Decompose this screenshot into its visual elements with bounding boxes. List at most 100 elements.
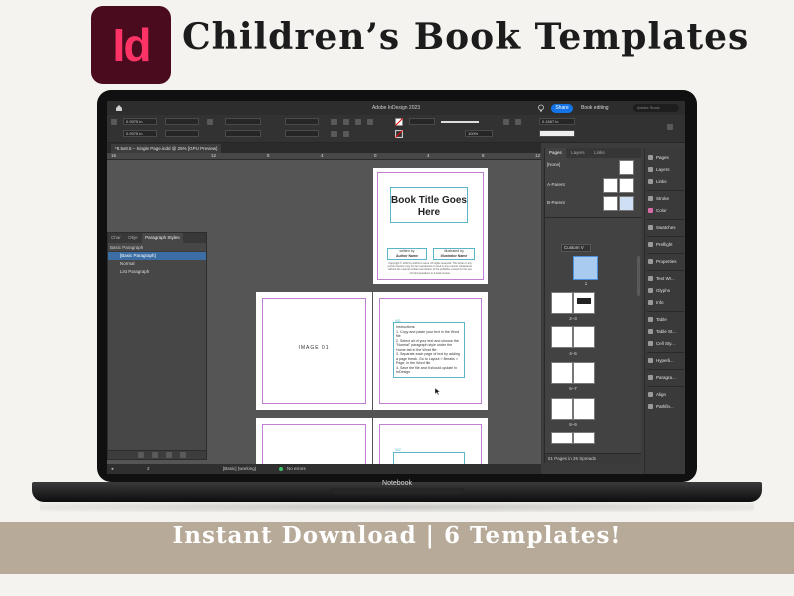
style-item[interactable]: Normal [108, 260, 206, 268]
working-style[interactable]: [Basic] (working) [223, 466, 256, 471]
page-thumbnail[interactable] [551, 398, 573, 420]
dock-text-wrap[interactable]: Text Wr... [648, 275, 675, 283]
page-thumbnail[interactable] [573, 362, 595, 384]
opacity-field[interactable]: 100% [465, 130, 493, 137]
new-style-icon[interactable] [152, 452, 158, 458]
page-size-select[interactable]: Custom V [561, 244, 591, 252]
dock-layers[interactable]: Layers [648, 166, 670, 174]
style-item[interactable]: [Basic Paragraph] [108, 252, 206, 260]
page-right-text[interactable]: 001 Instructions: 1. Copy and paste your… [373, 292, 488, 410]
clear-overrides-icon[interactable] [166, 452, 172, 458]
page-thumbnail[interactable] [573, 326, 595, 348]
text-frame[interactable] [393, 452, 465, 464]
pages-scrollbar[interactable] [637, 256, 640, 296]
dock-table-styles[interactable]: Table St... [648, 328, 676, 336]
master-none[interactable]: [None] [547, 162, 560, 167]
page-number-field[interactable]: 2 [147, 466, 150, 471]
dock-table[interactable]: Table [648, 316, 667, 324]
page-thumbnail[interactable] [573, 432, 595, 444]
page-thumbnail[interactable] [573, 292, 595, 314]
scale-x-field[interactable] [225, 118, 261, 125]
page-left-4[interactable] [256, 418, 372, 464]
width-field[interactable] [165, 118, 199, 125]
tab-character[interactable]: Char [108, 233, 124, 243]
page-right-5[interactable]: 002 [373, 418, 488, 464]
dock-hyperlinks[interactable]: Hyperli... [648, 357, 674, 365]
fill-none-icon[interactable] [395, 118, 403, 126]
illustrator-frame[interactable]: illustrated by Illustrator Name [433, 248, 475, 260]
page-thumbnail[interactable] [573, 398, 595, 420]
dock-info[interactable]: Info [648, 299, 664, 307]
y-position-field[interactable]: 0.9375 in [123, 130, 157, 137]
page-thumbnail[interactable] [551, 326, 573, 348]
flip-horizontal-icon[interactable] [343, 119, 349, 125]
folder-icon[interactable] [138, 452, 144, 458]
page-thumbnail-1[interactable] [573, 256, 598, 280]
panel-menu-icon[interactable] [667, 124, 673, 130]
rotate-field[interactable] [285, 118, 319, 125]
select-container-icon[interactable] [331, 131, 337, 137]
master-thumbnail[interactable] [603, 196, 618, 211]
pathfinder-icon [648, 404, 653, 410]
cover-page[interactable]: Book Title Goes Here written by Author N… [373, 168, 488, 284]
trash-icon[interactable] [180, 452, 186, 458]
rotate-icon[interactable] [331, 119, 337, 125]
wrap-icon[interactable] [367, 119, 373, 125]
dock-swatches[interactable]: Swatches [648, 224, 676, 232]
book-title-frame[interactable]: Book Title Goes Here [390, 187, 468, 223]
lightbulb-icon[interactable] [537, 104, 545, 112]
constrain-proportions-icon[interactable] [207, 119, 213, 125]
master-thumbnail[interactable] [603, 178, 618, 193]
style-item[interactable]: List Paragraph [108, 268, 206, 276]
stroke-none-icon[interactable] [395, 130, 403, 138]
dock-preflight[interactable]: Preflight [648, 241, 673, 249]
dock-label: Pathfin... [656, 404, 674, 409]
page-thumbnail[interactable] [551, 362, 573, 384]
dock-pages[interactable]: Pages [648, 154, 669, 162]
author-frame[interactable]: written by Author Name [387, 248, 427, 260]
master-b-parent[interactable]: B-Parent [547, 200, 565, 205]
dock-paragraph[interactable]: Paragra... [648, 374, 676, 382]
tab-pages[interactable]: Pages [545, 148, 566, 158]
dock-properties[interactable]: Properties [648, 258, 677, 266]
select-content-icon[interactable] [343, 131, 349, 137]
dock-align[interactable]: Align [648, 391, 666, 399]
dock-cell-styles[interactable]: Cell Sty... [648, 340, 675, 348]
dock-glyphs[interactable]: Glyphs [648, 287, 670, 295]
master-a-parent[interactable]: A-Parent [547, 182, 565, 187]
preflight-status[interactable]: No errors [287, 466, 306, 471]
dock-pathfinder[interactable]: Pathfin... [648, 403, 674, 411]
page-left-image[interactable]: IMAGE 01 [256, 292, 372, 410]
master-thumbnail[interactable] [619, 178, 634, 193]
reference-point-icon[interactable] [111, 119, 117, 125]
share-button[interactable]: Share [551, 104, 573, 113]
effects-icon[interactable] [515, 119, 521, 125]
divider [647, 369, 684, 370]
stock-search-input[interactable]: Adobe Stock [633, 104, 679, 112]
stroke-type-sample[interactable] [441, 121, 479, 123]
stroke-offset-field[interactable]: 0.1667 in [539, 118, 575, 125]
master-thumbnail[interactable] [619, 160, 634, 175]
shear-field[interactable] [285, 130, 319, 137]
tab-links[interactable]: Links [590, 148, 609, 158]
dock-stroke[interactable]: Stroke [648, 195, 669, 203]
page-thumbnail[interactable] [551, 292, 573, 314]
dock-color[interactable]: Color [648, 207, 667, 215]
workspace-switcher[interactable]: Book editing [581, 105, 609, 111]
instructions-text-frame[interactable]: Instructions: 1. Copy and paste your tex… [393, 322, 465, 378]
page-thumbnail[interactable] [551, 432, 573, 444]
corner-field[interactable] [539, 130, 575, 137]
tab-layers[interactable]: Layers [567, 148, 589, 158]
flip-vertical-icon[interactable] [355, 119, 361, 125]
master-thumbnail[interactable] [619, 196, 634, 211]
drop-shadow-icon[interactable] [503, 119, 509, 125]
first-page-icon[interactable]: ◂ [111, 466, 113, 472]
stroke-weight-field[interactable] [409, 118, 435, 125]
scale-y-field[interactable] [225, 130, 261, 137]
dock-links[interactable]: Links [648, 178, 667, 186]
x-position-field[interactable]: 0.9375 in [123, 118, 157, 125]
document-tab[interactable]: *8.5x8.5 – Single Page.indd @ 25% [GPU P… [111, 144, 222, 153]
height-field[interactable] [165, 130, 199, 137]
tab-object[interactable]: Obje [125, 233, 141, 243]
tab-paragraph-styles[interactable]: Paragraph Styles [142, 233, 183, 243]
